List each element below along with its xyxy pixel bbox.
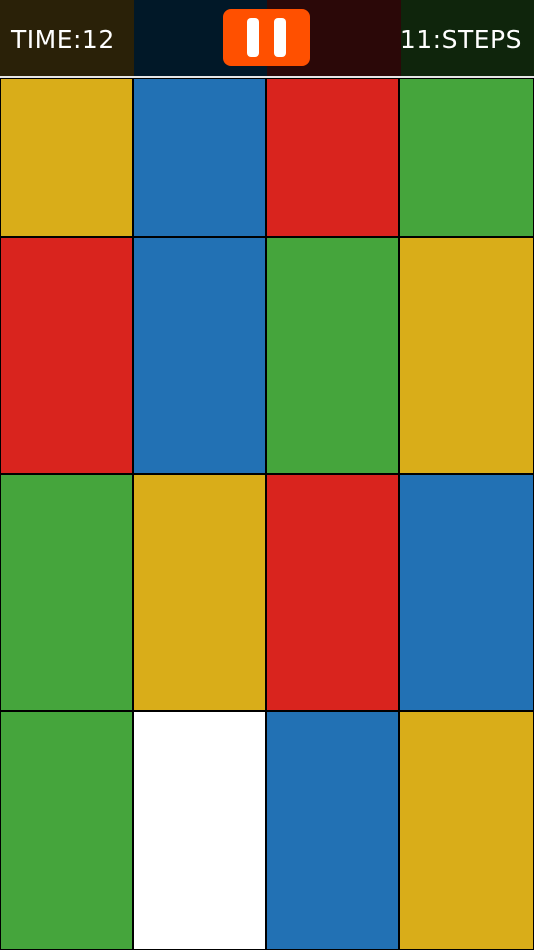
tile-yellow[interactable] xyxy=(133,474,266,711)
tile-blue[interactable] xyxy=(399,474,534,711)
tile-blue[interactable] xyxy=(266,711,399,950)
pause-icon-right-bar xyxy=(274,18,286,57)
tile-yellow[interactable] xyxy=(399,711,534,950)
pause-button[interactable] xyxy=(223,9,310,66)
tile-yellow[interactable] xyxy=(399,237,534,474)
tile-red[interactable] xyxy=(0,237,133,474)
tile-white[interactable] xyxy=(133,711,266,950)
pause-icon-left-bar xyxy=(247,18,259,57)
tile-yellow[interactable] xyxy=(0,78,133,237)
time-counter: TIME:12 xyxy=(11,25,115,54)
tile-grid xyxy=(0,78,534,950)
steps-counter: 11:STEPS xyxy=(399,25,522,54)
game-screen: TIME:12 11:STEPS xyxy=(0,0,534,950)
tile-blue[interactable] xyxy=(133,78,266,237)
tile-green[interactable] xyxy=(399,78,534,237)
tile-red[interactable] xyxy=(266,78,399,237)
tile-green[interactable] xyxy=(0,474,133,711)
tile-blue[interactable] xyxy=(133,237,266,474)
tile-green[interactable] xyxy=(266,237,399,474)
tile-red[interactable] xyxy=(266,474,399,711)
tile-green[interactable] xyxy=(0,711,133,950)
